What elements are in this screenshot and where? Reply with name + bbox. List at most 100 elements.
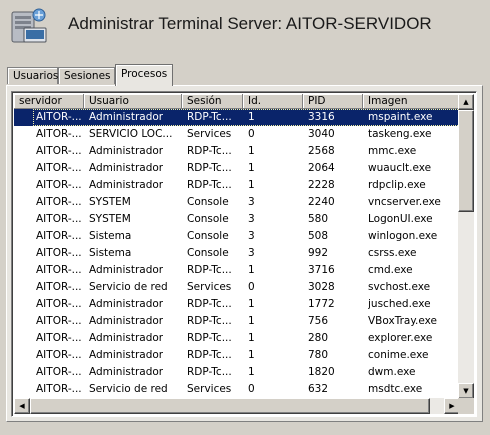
cell-imagen: winlogon.exe: [368, 230, 438, 242]
cell-usuario: Administrador: [89, 332, 164, 344]
cell-pid: 280: [308, 332, 329, 344]
horizontal-scroll-thumb[interactable]: [30, 398, 430, 414]
cell-sesion: RDP-Tc...: [187, 111, 232, 123]
table-row[interactable]: AITOR-... Sistema Console 3 992 csrss.exe: [14, 245, 460, 262]
cell-usuario: SYSTEM: [89, 196, 131, 208]
cell-sesion: RDP-Tc...: [187, 264, 232, 276]
cell-usuario: Administrador: [89, 162, 164, 174]
scroll-up-arrow-icon[interactable]: ▲: [458, 94, 474, 110]
cell-pid: 1772: [308, 298, 335, 310]
cell-sesion: RDP-Tc...: [187, 298, 232, 310]
table-row[interactable]: AITOR-... Servicio de red Services 0 3028 svc…: [14, 279, 460, 296]
table-row[interactable]: AITOR-... SYSTEM Console 3 2240 vncserver.exe: [14, 194, 460, 211]
table-row[interactable]: AITOR-... Administrador RDP-Tc... 1 756 VBoxT…: [14, 313, 460, 330]
table-header: servidor Usuario Sesión Id. PID Imagen: [14, 94, 460, 109]
cell-usuario: Administrador: [89, 366, 164, 378]
table-body: AITOR-... Administrador RDP-Tc... 1 3316 mspa…: [14, 109, 460, 399]
cell-servidor: AITOR-...: [36, 247, 82, 259]
cell-imagen: VBoxTray.exe: [368, 315, 438, 327]
cell-servidor: AITOR-...: [36, 315, 82, 327]
cell-sesion: RDP-Tc...: [187, 162, 232, 174]
column-header-id[interactable]: Id.: [243, 94, 303, 109]
column-header-imagen[interactable]: Imagen: [363, 94, 460, 109]
table-row[interactable]: AITOR-... Administrador RDP-Tc... 1 2228 rdpc…: [14, 177, 460, 194]
cell-servidor: AITOR-...: [36, 111, 82, 123]
cell-id: 1: [248, 111, 255, 123]
cell-usuario: Sistema: [89, 247, 132, 259]
cell-servidor: AITOR-...: [36, 162, 82, 174]
table-row[interactable]: AITOR-... Administrador RDP-Tc... 1 1820 dwm.…: [14, 364, 460, 381]
cell-pid: 2228: [308, 179, 335, 191]
terminal-server-icon: [11, 8, 47, 43]
cell-sesion: Console: [187, 247, 229, 259]
cell-id: 0: [248, 128, 255, 140]
cell-servidor: AITOR-...: [36, 281, 82, 293]
scroll-down-arrow-icon[interactable]: ▼: [458, 383, 474, 399]
cell-id: 1: [248, 349, 255, 361]
table-row[interactable]: AITOR-... Servicio de red Services 0 632 msdt…: [14, 381, 460, 398]
cell-id: 1: [248, 162, 255, 174]
cell-servidor: AITOR-...: [36, 366, 82, 378]
cell-pid: 632: [308, 383, 329, 395]
tab-usuarios[interactable]: Usuarios: [7, 67, 58, 84]
table-row[interactable]: AITOR-... Administrador RDP-Tc... 1 3316 mspa…: [14, 109, 460, 126]
window-header: Administrar Terminal Server: AITOR-SERVI…: [0, 0, 490, 62]
cell-sesion: RDP-Tc...: [187, 349, 232, 361]
cell-imagen: svchost.exe: [368, 281, 431, 293]
cell-servidor: AITOR-...: [36, 349, 82, 361]
cell-sesion: RDP-Tc...: [187, 145, 232, 157]
cell-sesion: RDP-Tc...: [187, 179, 232, 191]
table-row[interactable]: AITOR-... Administrador RDP-Tc... 1 280 explo…: [14, 330, 460, 347]
cell-servidor: AITOR-...: [36, 128, 82, 140]
cell-pid: 2240: [308, 196, 335, 208]
cell-usuario: SERVICIO LOC...: [89, 128, 173, 140]
cell-imagen: csrss.exe: [368, 247, 417, 259]
cell-imagen: cmd.exe: [368, 264, 413, 276]
cell-id: 1: [248, 298, 255, 310]
cell-usuario: Sistema: [89, 230, 132, 242]
cell-sesion: RDP-Tc...: [187, 315, 232, 327]
column-header-servidor[interactable]: servidor: [14, 94, 84, 109]
process-list[interactable]: servidor Usuario Sesión Id. PID Imagen A…: [11, 91, 477, 417]
cell-servidor: AITOR-...: [36, 179, 82, 191]
cell-pid: 2064: [308, 162, 335, 174]
cell-imagen: taskeng.exe: [368, 128, 432, 140]
cell-imagen: conime.exe: [368, 349, 429, 361]
table-row[interactable]: AITOR-... Administrador RDP-Tc... 1 2568 mmc.…: [14, 143, 460, 160]
table-row[interactable]: AITOR-... Administrador RDP-Tc... 1 2064 wuau…: [14, 160, 460, 177]
tab-sesiones[interactable]: Sesiones: [58, 67, 115, 84]
cell-imagen: wuauclt.exe: [368, 162, 432, 174]
cell-usuario: Administrador: [89, 298, 164, 310]
cell-imagen: dwm.exe: [368, 366, 416, 378]
cell-servidor: AITOR-...: [36, 298, 82, 310]
cell-servidor: AITOR-...: [36, 145, 82, 157]
cell-id: 1: [248, 315, 255, 327]
vertical-scroll-thumb[interactable]: [458, 110, 474, 212]
scrollbar-corner: [458, 398, 474, 414]
column-header-pid[interactable]: PID: [303, 94, 363, 109]
cell-servidor: AITOR-...: [36, 264, 82, 276]
scroll-left-arrow-icon[interactable]: ◀: [14, 398, 30, 414]
cell-usuario: Administrador: [89, 264, 164, 276]
table-row[interactable]: AITOR-... Administrador RDP-Tc... 1 1772 jusc…: [14, 296, 460, 313]
vertical-scrollbar[interactable]: ▲ ▼: [458, 94, 474, 399]
table-row[interactable]: AITOR-... Administrador RDP-Tc... 1 780 conim…: [14, 347, 460, 364]
table-row[interactable]: AITOR-... Sistema Console 3 508 winlogon.exe: [14, 228, 460, 245]
cell-sesion: RDP-Tc...: [187, 332, 232, 344]
table-row[interactable]: AITOR-... Administrador RDP-Tc... 1 3716 cmd.…: [14, 262, 460, 279]
horizontal-scrollbar[interactable]: ◀ ▶: [14, 398, 460, 414]
table-row[interactable]: AITOR-... SERVICIO LOC... Services 0 3040 tas…: [14, 126, 460, 143]
cell-usuario: Administrador: [89, 111, 164, 123]
cell-sesion: Console: [187, 196, 229, 208]
column-header-usuario[interactable]: Usuario: [84, 94, 182, 109]
cell-servidor: AITOR-...: [36, 213, 82, 225]
cell-id: 3: [248, 196, 255, 208]
cell-servidor: AITOR-...: [36, 196, 82, 208]
tab-procesos[interactable]: Procesos: [115, 64, 173, 86]
column-header-sesion[interactable]: Sesión: [182, 94, 243, 109]
cell-usuario: Servicio de red: [89, 281, 168, 293]
cell-sesion: Console: [187, 230, 229, 242]
cell-id: 3: [248, 230, 255, 242]
table-row[interactable]: AITOR-... SYSTEM Console 3 580 LogonUI.exe: [14, 211, 460, 228]
cell-id: 0: [248, 383, 255, 395]
